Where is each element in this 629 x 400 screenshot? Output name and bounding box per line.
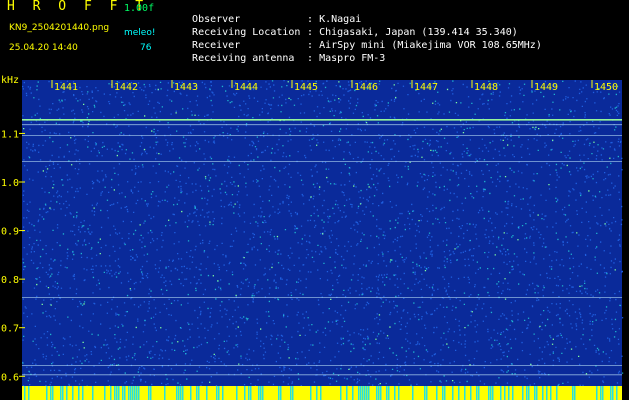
x-tick-label: 1442 [114,82,138,93]
x-tick-label: 1448 [474,82,498,93]
y-tick-label: 1.0 [1,178,19,189]
y-axis: kHz 1.1 1.0 0.9 0.8 0.7 0.6 [1,75,25,383]
spectrogram-chart: 1441 1442 1443 1444 1445 1446 1447 1448 1449 1450… [1,75,624,400]
x-tick-label: 1441 [54,82,78,93]
x-tick-label: 1443 [174,82,198,93]
x-tick-label: 1446 [354,82,378,93]
x-tick-label: 1447 [414,82,438,93]
y-tick-label: 0.9 [1,227,19,238]
intensity-band [22,386,622,400]
plot-area [22,80,622,386]
spectrogram-background [22,80,622,386]
x-tick-label: 1449 [534,82,558,93]
y-tick-label: 0.6 [1,372,19,383]
bottom-intensity-band [22,386,622,400]
y-tick-label: 1.1 [1,129,19,140]
y-tick-label: 0.8 [1,275,19,286]
x-tick-label: 1450 [594,82,618,93]
y-axis-label: kHz [1,75,19,86]
x-tick-label: 1444 [234,82,258,93]
y-tick-label: 0.7 [1,324,19,335]
x-tick-label: 1445 [294,82,318,93]
